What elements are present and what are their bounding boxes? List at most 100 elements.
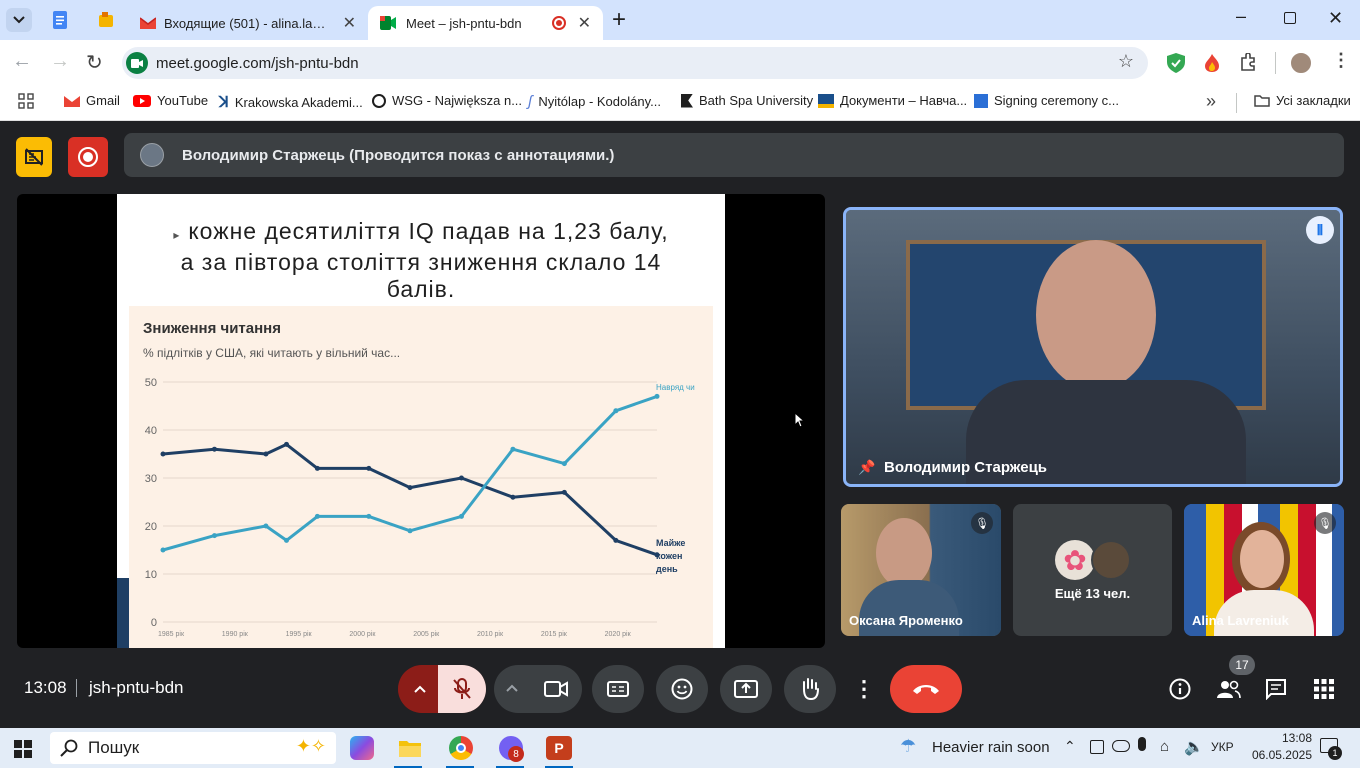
powerpoint-icon[interactable]: P [546, 736, 572, 760]
video-options-button[interactable] [506, 679, 518, 697]
bookmarks-overflow-icon[interactable]: » [1206, 91, 1216, 112]
present-screen-icon [734, 680, 758, 698]
star-bookmark-icon[interactable]: ☆ [1118, 51, 1134, 72]
tray-overflow-icon[interactable]: ⌃ [1064, 738, 1076, 755]
camera-button[interactable] [544, 679, 568, 704]
y-tick-label: 40 [145, 425, 157, 437]
muted-mic-icon: 🎙 [1314, 512, 1336, 534]
keyboard-language[interactable]: УКР [1211, 740, 1234, 754]
series-point [561, 461, 567, 467]
meet-tray-icon[interactable] [1090, 740, 1104, 754]
new-tab-icon[interactable]: + [612, 6, 626, 34]
adblock-extension-icon[interactable] [1166, 52, 1186, 74]
signing-icon [974, 93, 988, 108]
docs-tab[interactable] [50, 10, 70, 30]
pin-icon[interactable]: 📌 [858, 459, 875, 476]
chevron-up-icon [414, 685, 426, 693]
bookmark-nyitolap[interactable]: ʃ Nyitólap - Kodolány... [528, 93, 661, 110]
bookmark-wsg[interactable]: WSG - Największa n... [372, 93, 522, 108]
bookmark-gmail[interactable]: Gmail [64, 93, 120, 108]
network-icon[interactable]: ⌂ [1160, 738, 1169, 755]
maximize-icon[interactable] [1284, 12, 1296, 24]
series-point [510, 494, 516, 500]
weather-text[interactable]: Heavier rain soon [932, 739, 1050, 756]
series-label: Навряд чи [656, 383, 695, 392]
back-icon[interactable]: ← [12, 50, 32, 73]
captions-button[interactable] [592, 665, 644, 713]
series-line [162, 442, 658, 557]
address-bar[interactable]: meet.google.com/jsh-pntu-bdn ☆ [122, 47, 1148, 79]
windows-start-icon[interactable] [14, 740, 32, 763]
file-explorer-icon[interactable] [398, 738, 422, 763]
bookmark-signing[interactable]: Signing ceremony c... [974, 93, 1119, 108]
mouse-cursor-icon [794, 412, 804, 428]
clock-date[interactable]: 06.05.2025 [1244, 748, 1312, 762]
chrome-icon[interactable] [449, 736, 473, 760]
audio-controls [398, 665, 486, 713]
line-chart: 0 10 20 30 40 50 1985 рік 1990 рік 1995 рік 2000 … [145, 377, 695, 638]
hang-up-icon [913, 685, 939, 694]
globe-icon [372, 93, 386, 108]
participant-tile[interactable]: 🎙 Оксана Яроменко [841, 504, 1001, 636]
people-button[interactable] [1214, 677, 1242, 701]
visual-effects-button[interactable] [16, 137, 52, 177]
series-point [366, 513, 372, 519]
menu-kebab-icon[interactable]: ⋮ [1332, 50, 1350, 71]
people-icon [1217, 680, 1241, 699]
minimize-icon[interactable]: – [1236, 6, 1246, 27]
fire-extension-icon[interactable] [1203, 52, 1221, 74]
bookmark-bathspa[interactable]: Bath Spa University [681, 93, 813, 108]
apps-grid-icon[interactable] [18, 93, 34, 114]
series-point [284, 441, 289, 447]
volume-icon[interactable]: 🔈 [1184, 737, 1204, 757]
weather-icon[interactable]: ☂ [900, 736, 916, 757]
present-now-button[interactable] [720, 665, 772, 713]
bathspa-icon [681, 93, 693, 108]
leave-call-button[interactable] [890, 665, 962, 713]
recording-indicator-button[interactable] [68, 137, 108, 177]
microphone-tray-icon[interactable] [1138, 737, 1146, 751]
series-point [458, 475, 464, 481]
y-tick-label: 50 [145, 377, 157, 389]
reload-icon[interactable]: ↻ [86, 50, 103, 75]
y-tick-label: 30 [145, 473, 157, 485]
forward-icon[interactable]: → [50, 50, 70, 73]
chat-button[interactable] [1264, 677, 1288, 701]
x-tick-label: 2020 рік [605, 630, 632, 638]
bookmark-documents[interactable]: Документи – Навча... [818, 93, 967, 108]
reactions-button[interactable] [656, 665, 708, 713]
tab-gmail[interactable]: Входящие (501) - alina.lavreniuk ✕ [128, 6, 368, 40]
taskbar-search[interactable]: Пошук ✦✧ [50, 732, 336, 764]
apps-grid-icon [1314, 679, 1334, 699]
profile-avatar[interactable] [1290, 52, 1312, 74]
clock-time[interactable]: 13:08 [1250, 731, 1312, 745]
copilot-icon[interactable] [350, 736, 374, 760]
bookmark-krakowska[interactable]: ꓘ Krakowska Akademi... [219, 93, 363, 111]
x-tick-label: 2015 рік [541, 630, 568, 638]
participant-tile[interactable]: 🎙 Alina Lavreniuk [1184, 504, 1344, 636]
more-options-button[interactable]: ⋮ [848, 665, 880, 713]
bookmark-youtube[interactable]: YouTube [133, 93, 208, 108]
site-info-icon[interactable] [126, 52, 148, 74]
tab-meet[interactable]: Meet – jsh-pntu-bdn ✕ [368, 6, 603, 40]
time-divider [76, 679, 77, 697]
more-participants-tile[interactable]: ✿ Ещё 13 чел. [1013, 504, 1172, 636]
close-tab-icon[interactable]: ✕ [343, 13, 356, 33]
slide-line-2: а за півтора століття зниження склало 14 [180, 249, 662, 275]
activities-button[interactable] [1312, 677, 1336, 701]
audio-options-button[interactable] [398, 665, 442, 713]
bookmark-label: Signing ceremony c... [994, 93, 1120, 108]
microphone-button[interactable] [438, 665, 486, 713]
series-point [211, 446, 217, 452]
meeting-details-button[interactable] [1168, 677, 1192, 701]
raise-hand-button[interactable] [784, 665, 836, 713]
speaker-tile[interactable]: ⦀ 📌 Володимир Старжець [843, 207, 1343, 487]
extensions-icon[interactable] [1238, 52, 1258, 72]
close-window-icon[interactable]: ✕ [1328, 8, 1343, 29]
close-tab-icon[interactable]: ✕ [578, 13, 591, 33]
series-label: Майже [656, 538, 685, 548]
all-bookmarks[interactable]: Усі закладки [1254, 93, 1351, 108]
onedrive-icon[interactable] [1112, 740, 1130, 752]
tab-search-button[interactable] [6, 8, 32, 32]
slides-tab[interactable] [96, 10, 116, 30]
